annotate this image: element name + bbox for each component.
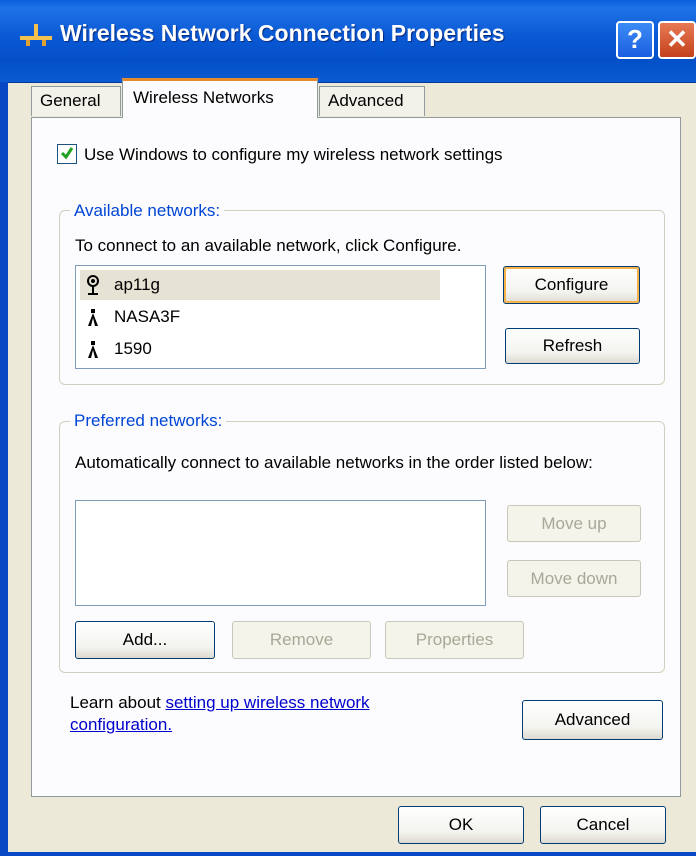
window-left-border [0,82,8,856]
use-windows-label[interactable]: Use Windows to configure my wireless net… [84,145,503,165]
antenna-icon [88,341,98,358]
help-button[interactable]: ? [616,21,654,59]
preferred-networks-description: Automatically connect to available netwo… [75,453,593,472]
antenna-icon [88,309,98,326]
preferred-networks-title: Preferred networks: [70,411,227,431]
available-networks-description: To connect to an available network, clic… [75,236,462,255]
move-down-button[interactable]: Move down [507,560,641,597]
remove-button[interactable]: Remove [232,621,371,659]
available-networks-title: Available networks: [70,201,225,221]
tab-general[interactable]: General [31,86,121,116]
advanced-button[interactable]: Advanced [522,700,663,740]
network-name: 1590 [114,339,152,358]
configure-button[interactable]: Configure [503,266,640,304]
learn-about-text: Learn about setting up wireless network … [70,692,470,736]
window-title: Wireless Network Connection Properties [60,20,505,46]
move-up-button[interactable]: Move up [507,505,641,542]
network-connection-icon [20,24,52,46]
tab-wireless-networks[interactable]: Wireless Networks [122,78,318,118]
network-row-1590[interactable]: 1590 [80,334,440,364]
tab-advanced[interactable]: Advanced [319,86,425,116]
cancel-button[interactable]: Cancel [540,806,666,844]
network-name: NASA3F [114,307,181,326]
properties-button[interactable]: Properties [385,621,524,659]
preferred-networks-list[interactable] [75,500,486,606]
connected-antenna-icon [87,275,99,295]
refresh-button[interactable]: Refresh [505,328,640,364]
network-row-nasa3f[interactable]: NASA3F [80,302,440,332]
learn-about-prefix: Learn about [70,693,166,712]
checkmark-icon [60,147,74,160]
network-row-ap11g[interactable]: ap11g [80,270,440,300]
network-name: ap11g [114,275,161,294]
add-button[interactable]: Add... [75,621,215,659]
close-button[interactable]: ✕ [658,21,696,59]
ok-button[interactable]: OK [398,806,524,844]
window-bottom-border [8,852,696,856]
